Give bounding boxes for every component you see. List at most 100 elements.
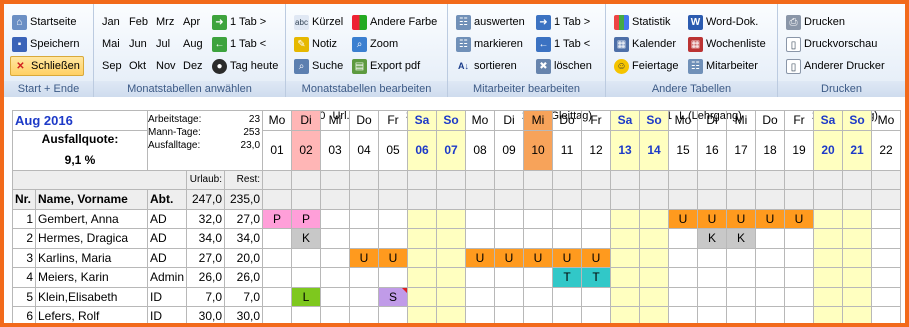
day-cell-04[interactable]: [349, 208, 380, 229]
day-cell-01[interactable]: [262, 306, 293, 323]
day-cell-11[interactable]: T: [552, 267, 583, 288]
employee-name[interactable]: Karlins, Maria: [35, 247, 148, 268]
day-cell-03[interactable]: [320, 286, 351, 307]
month-button-jul[interactable]: Jul: [156, 34, 170, 54]
day-cell-20[interactable]: [813, 208, 844, 229]
day-cell-09[interactable]: [494, 228, 525, 249]
day-cell-02[interactable]: [291, 306, 322, 323]
notiz-button[interactable]: ✎ Notiz: [294, 34, 337, 54]
day-cell-20[interactable]: [813, 286, 844, 307]
day-cell-12[interactable]: [581, 306, 612, 323]
day-cell-01[interactable]: [262, 286, 293, 307]
anderer-drucker-button[interactable]: ▯ Anderer Drucker: [786, 56, 885, 76]
table-row[interactable]: 5 Klein,Elisabeth ID 7,0 7,0 L S: [12, 286, 902, 307]
day-cell-09[interactable]: U: [494, 247, 525, 268]
auswerten-button[interactable]: ☷ auswerten: [456, 12, 525, 32]
month-button-feb[interactable]: Feb: [129, 12, 148, 32]
table-row[interactable]: 1 Gembert, Anna AD 32,0 27,0 P P U U U U U: [12, 208, 902, 229]
day-cell-01[interactable]: [262, 267, 293, 288]
table-row[interactable]: 4 Meiers, Karin Admin 26,0 26,0 T T: [12, 267, 902, 288]
day-cell-03[interactable]: [320, 247, 351, 268]
day-cell-05[interactable]: S: [378, 286, 409, 307]
day-cell-12[interactable]: [581, 228, 612, 249]
day-cell-16[interactable]: [697, 286, 728, 307]
day-cell-21[interactable]: [842, 228, 873, 249]
day-cell-11[interactable]: [552, 208, 583, 229]
day-cell-21[interactable]: [842, 247, 873, 268]
day-cell-01[interactable]: P: [262, 208, 293, 229]
month-button-jan[interactable]: Jan: [102, 12, 120, 32]
feiertage-button[interactable]: ☺ Feiertage: [614, 56, 678, 76]
day-cell-04[interactable]: [349, 286, 380, 307]
day-cell-20[interactable]: [813, 267, 844, 288]
day-cell-16[interactable]: K: [697, 228, 728, 249]
employee-name[interactable]: Klein,Elisabeth: [35, 286, 148, 307]
kalender-button[interactable]: ▦ Kalender: [614, 34, 676, 54]
day-cell-01[interactable]: [262, 247, 293, 268]
day-cell-14[interactable]: [639, 228, 670, 249]
day-cell-18[interactable]: [755, 286, 786, 307]
day-cell-16[interactable]: U: [697, 208, 728, 229]
day-cell-06[interactable]: [407, 247, 438, 268]
statistik-button[interactable]: Statistik: [614, 12, 671, 32]
day-cell-06[interactable]: [407, 306, 438, 323]
day-cell-15[interactable]: [668, 228, 699, 249]
day-cell-02[interactable]: L: [291, 286, 322, 307]
day-cell-18[interactable]: [755, 306, 786, 323]
day-cell-04[interactable]: [349, 306, 380, 323]
employee-name[interactable]: Meiers, Karin: [35, 267, 148, 288]
day-cell-13[interactable]: [610, 286, 641, 307]
ma-prev-tab-button[interactable]: ← 1 Tab <: [536, 34, 590, 54]
day-cell-10[interactable]: [523, 267, 554, 288]
day-cell-02[interactable]: K: [291, 228, 322, 249]
day-cell-17[interactable]: [726, 306, 757, 323]
day-cell-08[interactable]: U: [465, 247, 496, 268]
day-cell-19[interactable]: [784, 247, 815, 268]
day-cell-21[interactable]: [842, 267, 873, 288]
day-cell-16[interactable]: [697, 267, 728, 288]
kuerzel-button[interactable]: abc Kürzel: [294, 12, 343, 32]
day-cell-15[interactable]: [668, 306, 699, 323]
day-cell-11[interactable]: [552, 306, 583, 323]
month-button-dez[interactable]: Dez: [183, 56, 203, 76]
day-cell-21[interactable]: [842, 208, 873, 229]
day-cell-21[interactable]: [842, 306, 873, 323]
sortieren-button[interactable]: A↓ sortieren: [456, 56, 517, 76]
day-cell-09[interactable]: [494, 286, 525, 307]
day-cell-09[interactable]: [494, 208, 525, 229]
day-cell-17[interactable]: K: [726, 228, 757, 249]
day-cell-12[interactable]: [581, 286, 612, 307]
day-cell-14[interactable]: [639, 247, 670, 268]
day-cell-01[interactable]: [262, 228, 293, 249]
day-cell-05[interactable]: [378, 306, 409, 323]
day-cell-04[interactable]: [349, 267, 380, 288]
schliessen-button[interactable]: ✕ Schließen: [10, 56, 84, 76]
day-cell-07[interactable]: [436, 306, 467, 323]
day-cell-03[interactable]: [320, 267, 351, 288]
day-cell-18[interactable]: [755, 228, 786, 249]
day-cell-03[interactable]: [320, 306, 351, 323]
day-cell-02[interactable]: [291, 247, 322, 268]
andere-farbe-button[interactable]: Andere Farbe: [352, 12, 437, 32]
day-cell-12[interactable]: U: [581, 247, 612, 268]
table-row[interactable]: 2 Hermes, Dragica AD 34,0 34,0 K K K: [12, 228, 902, 249]
day-cell-08[interactable]: [465, 228, 496, 249]
day-cell-09[interactable]: [494, 306, 525, 323]
employee-name[interactable]: Hermes, Dragica: [35, 228, 148, 249]
day-cell-17[interactable]: [726, 247, 757, 268]
day-cell-08[interactable]: [465, 208, 496, 229]
month-button-jun[interactable]: Jun: [129, 34, 147, 54]
month-button-apr[interactable]: Apr: [183, 12, 200, 32]
wochenliste-button[interactable]: ▦ Wochenliste: [688, 34, 766, 54]
day-cell-15[interactable]: [668, 286, 699, 307]
suche-button[interactable]: ⌕ Suche: [294, 56, 343, 76]
day-cell-13[interactable]: [610, 306, 641, 323]
day-cell-15[interactable]: [668, 247, 699, 268]
day-cell-07[interactable]: [436, 247, 467, 268]
day-cell-20[interactable]: [813, 247, 844, 268]
day-cell-10[interactable]: [523, 306, 554, 323]
day-cell-03[interactable]: [320, 208, 351, 229]
month-button-sep[interactable]: Sep: [102, 56, 122, 76]
month-button-mrz[interactable]: Mrz: [156, 12, 174, 32]
ma-next-tab-button[interactable]: ➜ 1 Tab >: [536, 12, 590, 32]
